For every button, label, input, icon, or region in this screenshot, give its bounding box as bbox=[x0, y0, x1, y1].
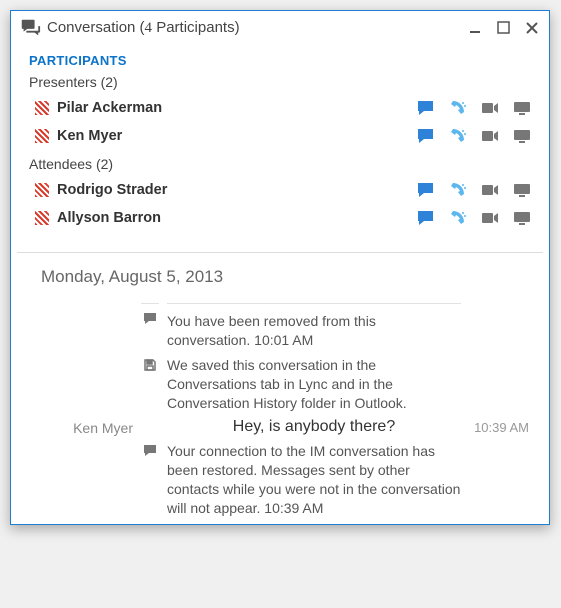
share-icon[interactable] bbox=[513, 128, 531, 144]
system-text: We saved this conversation in the Conver… bbox=[167, 356, 461, 413]
participant-actions bbox=[417, 210, 531, 226]
call-icon[interactable] bbox=[449, 100, 467, 116]
im-icon[interactable] bbox=[417, 182, 435, 198]
video-icon[interactable] bbox=[481, 100, 499, 116]
presence-icon bbox=[35, 211, 49, 225]
share-icon[interactable] bbox=[513, 182, 531, 198]
conversation-date: Monday, August 5, 2013 bbox=[41, 267, 529, 287]
call-icon[interactable] bbox=[449, 128, 467, 144]
video-icon[interactable] bbox=[481, 182, 499, 198]
close-button[interactable] bbox=[523, 19, 541, 37]
title-text-suffix: Participants) bbox=[152, 19, 240, 36]
conversation-panel: Monday, August 5, 2013 You have been rem… bbox=[11, 253, 549, 518]
participant-name: Ken Myer bbox=[57, 128, 417, 144]
system-message: We saved this conversation in the Conver… bbox=[41, 356, 529, 413]
participant-row[interactable]: Allyson Barron bbox=[29, 206, 531, 234]
minimize-button[interactable] bbox=[467, 19, 485, 37]
chat-bubble-icon bbox=[141, 442, 159, 518]
participant-name: Allyson Barron bbox=[57, 210, 417, 226]
title-participant-count: 4 bbox=[145, 20, 153, 36]
presence-icon bbox=[35, 101, 49, 115]
presenters-count: (2) bbox=[101, 74, 118, 90]
chat-message: Ken Myer Hey, is anybody there? 10:39 AM bbox=[41, 418, 529, 436]
video-icon[interactable] bbox=[481, 128, 499, 144]
window-title: Conversation (4 Participants) bbox=[47, 19, 240, 37]
im-icon[interactable] bbox=[417, 128, 435, 144]
conversation-window: Conversation (4 Participants) PARTICIPAN… bbox=[10, 10, 550, 525]
title-text-prefix: Conversation ( bbox=[47, 19, 145, 36]
conversation-icon bbox=[19, 17, 41, 39]
participant-actions bbox=[417, 182, 531, 198]
presenters-group-label: Presenters (2) bbox=[29, 74, 531, 90]
presenters-text: Presenters bbox=[29, 74, 97, 90]
attendees-count: (2) bbox=[96, 156, 113, 172]
participant-actions bbox=[417, 128, 531, 144]
message-sender: Ken Myer bbox=[41, 418, 133, 436]
participant-name: Pilar Ackerman bbox=[57, 100, 417, 116]
im-icon[interactable] bbox=[417, 100, 435, 116]
participant-row[interactable]: Pilar Ackerman bbox=[29, 96, 531, 124]
participant-row[interactable]: Ken Myer bbox=[29, 124, 531, 152]
message-time: 10:39 AM bbox=[469, 418, 529, 435]
presence-icon bbox=[35, 129, 49, 143]
message-text: Hey, is anybody there? bbox=[167, 418, 461, 436]
titlebar: Conversation (4 Participants) bbox=[11, 11, 549, 49]
save-icon bbox=[141, 356, 159, 413]
participant-row[interactable]: Rodrigo Strader bbox=[29, 178, 531, 206]
share-icon[interactable] bbox=[513, 210, 531, 226]
maximize-button[interactable] bbox=[495, 19, 513, 37]
system-message: Your connection to the IM conversation h… bbox=[41, 442, 529, 518]
system-message: You have been removed from this conversa… bbox=[41, 303, 529, 350]
call-icon[interactable] bbox=[449, 182, 467, 198]
participants-panel: PARTICIPANTS Presenters (2) Pilar Ackerm… bbox=[11, 49, 549, 240]
system-text: Your connection to the IM conversation h… bbox=[167, 442, 461, 518]
presence-icon bbox=[35, 183, 49, 197]
share-icon[interactable] bbox=[513, 100, 531, 116]
attendees-group-label: Attendees (2) bbox=[29, 156, 531, 172]
im-icon[interactable] bbox=[417, 210, 435, 226]
participant-name: Rodrigo Strader bbox=[57, 182, 417, 198]
system-text: You have been removed from this conversa… bbox=[167, 303, 461, 350]
window-controls bbox=[467, 19, 541, 37]
chat-bubble-icon bbox=[141, 303, 159, 350]
participant-actions bbox=[417, 100, 531, 116]
attendees-text: Attendees bbox=[29, 156, 92, 172]
participants-heading: PARTICIPANTS bbox=[29, 53, 531, 68]
call-icon[interactable] bbox=[449, 210, 467, 226]
video-icon[interactable] bbox=[481, 210, 499, 226]
